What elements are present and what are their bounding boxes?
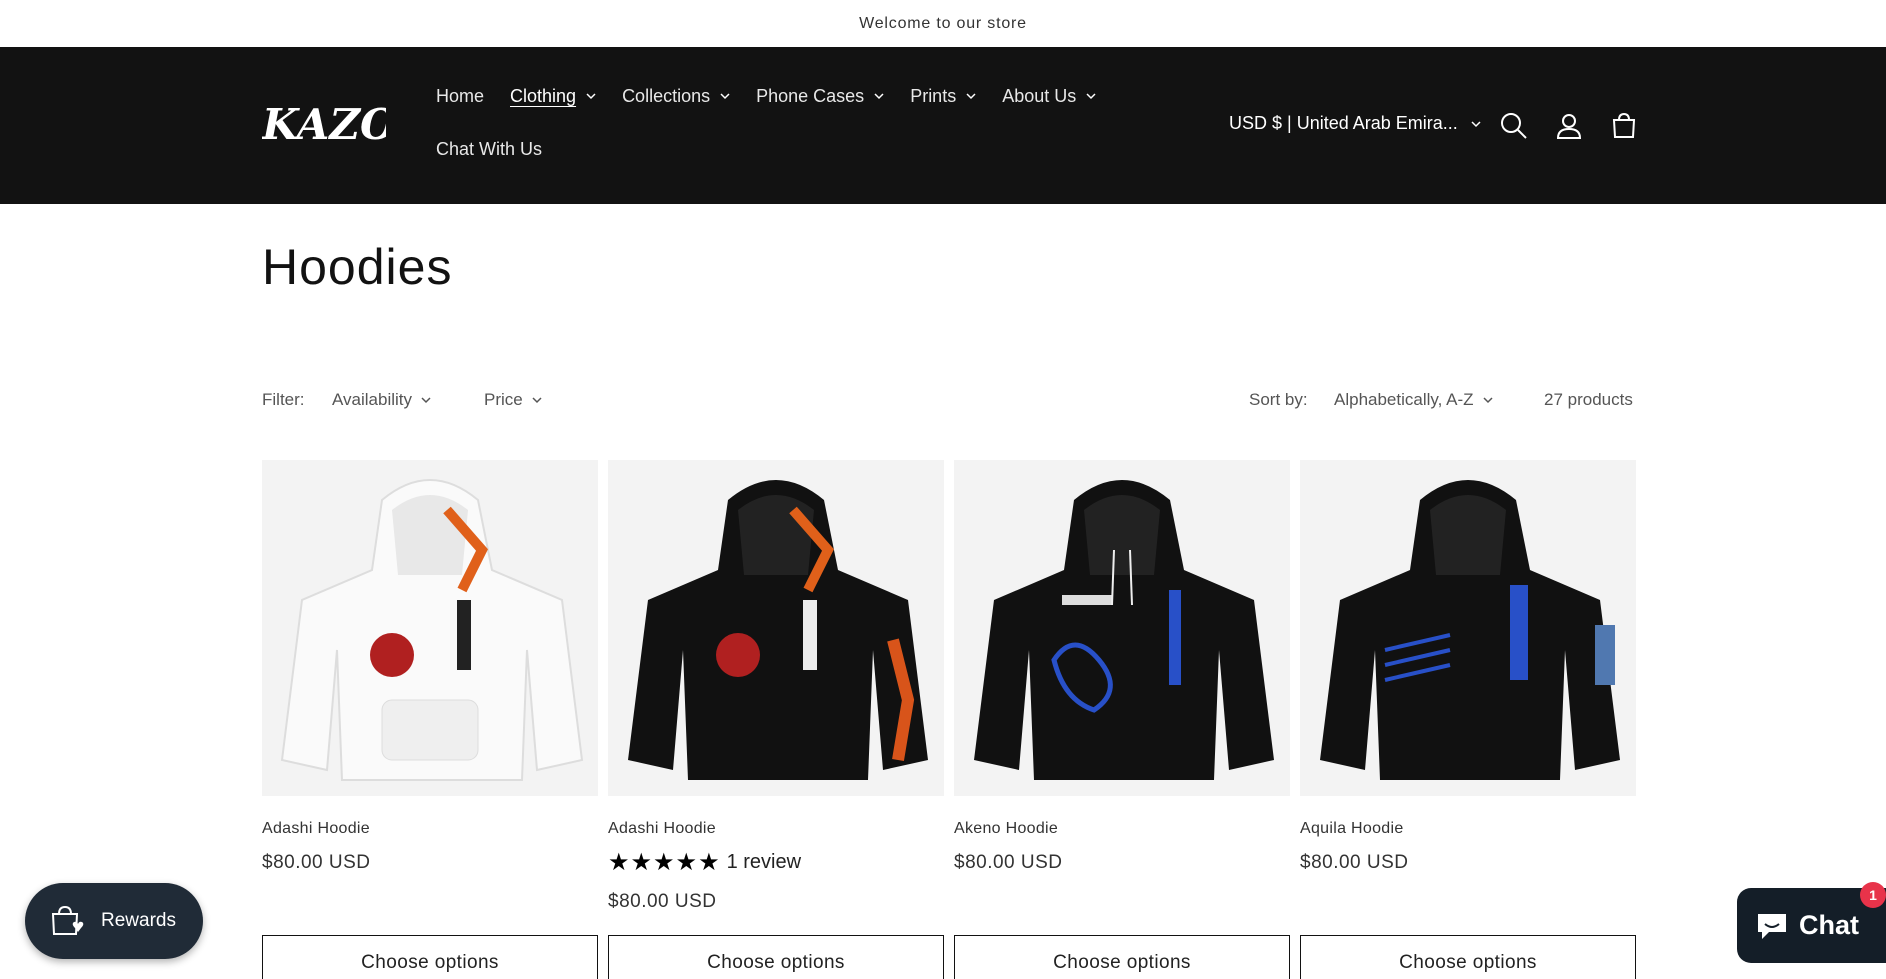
product-price: $80.00 USD: [1300, 852, 1409, 873]
search-icon[interactable]: [1498, 110, 1530, 142]
availability-label: Availability: [332, 390, 413, 409]
nav-label: Home: [436, 85, 485, 106]
chat-label: Chat: [1799, 910, 1859, 940]
product-card[interactable]: Adashi Hoodie $80.00 USD Choose options: [262, 460, 598, 979]
chevron-down-icon: [1471, 120, 1481, 127]
sort-value: Alphabetically, A-Z: [1334, 390, 1474, 409]
nav-item-collections[interactable]: Collections: [622, 86, 730, 107]
filter-label: Filter:: [262, 390, 305, 409]
logo-wordmark-icon: KAZOHA: [261, 100, 469, 149]
chevron-down-icon: [421, 397, 431, 404]
filter-bar: Filter: Availability Price Sort by: Alph…: [262, 390, 1637, 414]
chat-unread-badge: 1: [1860, 882, 1886, 908]
shopping-bag-heart-icon: [51, 905, 84, 935]
product-name[interactable]: Aquila Hoodie: [1300, 820, 1636, 838]
nav-item-clothing[interactable]: Clothing: [510, 86, 596, 107]
sort-label: Sort by:: [1249, 390, 1308, 409]
main-nav: Home Clothing Collections Phone Cases Pr…: [436, 77, 1136, 183]
currency-selector[interactable]: USD $ | United Arab Emira...: [1229, 113, 1482, 134]
hoodie-image-icon: [628, 480, 928, 780]
product-rating[interactable]: ★★★★★ 1 review: [608, 848, 944, 877]
cart-icon[interactable]: [1608, 110, 1640, 142]
product-price: $80.00 USD: [954, 852, 1063, 873]
nav-label: About Us: [1002, 85, 1077, 106]
choose-options-button[interactable]: Choose options: [1300, 935, 1636, 979]
product-image[interactable]: [608, 460, 944, 796]
currency-label: USD $ | United Arab Emira...: [1229, 113, 1458, 133]
price-label: Price: [484, 390, 523, 409]
rewards-label: Rewards: [101, 910, 176, 931]
choose-options-button[interactable]: Choose options: [262, 935, 598, 979]
product-count: 27 products: [1544, 390, 1633, 409]
svg-text:KAZOHA: KAZOHA: [262, 100, 386, 149]
chat-bubble-icon: [1758, 913, 1786, 939]
announcement-bar: Welcome to our store: [0, 0, 1886, 47]
nav-item-prints[interactable]: Prints: [910, 86, 976, 107]
site-header: KAZOHA Home Clothing Collections Phone C…: [0, 47, 1886, 204]
nav-label: Clothing: [510, 85, 577, 106]
nav-label: Collections: [622, 85, 711, 106]
choose-options-button[interactable]: Choose options: [954, 935, 1290, 979]
page-title: Hoodies: [262, 239, 453, 295]
choose-options-button[interactable]: Choose options: [608, 935, 944, 979]
product-card[interactable]: Adashi Hoodie ★★★★★ 1 review $80.00 USD …: [608, 460, 944, 979]
chevron-down-icon: [874, 93, 884, 100]
product-card[interactable]: Akeno Hoodie $80.00 USD Choose options: [954, 460, 1290, 979]
hoodie-image-icon: [280, 479, 584, 781]
nav-item-home[interactable]: Home: [436, 86, 484, 107]
product-image[interactable]: [1300, 460, 1636, 796]
review-count: 1 review: [726, 851, 802, 873]
chevron-down-icon: [720, 93, 730, 100]
availability-filter[interactable]: Availability: [332, 390, 432, 410]
chevron-down-icon: [532, 397, 542, 404]
nav-label: Prints: [910, 85, 957, 106]
chevron-down-icon: [1483, 397, 1493, 404]
product-price: $80.00 USD: [262, 852, 371, 873]
sort-select[interactable]: Alphabetically, A-Z: [1334, 390, 1494, 410]
price-filter[interactable]: Price: [484, 390, 543, 410]
product-name[interactable]: Adashi Hoodie: [262, 820, 598, 838]
chevron-down-icon: [586, 93, 596, 100]
chevron-down-icon: [966, 93, 976, 100]
nav-item-chat-with-us[interactable]: Chat With Us: [436, 139, 542, 160]
product-image[interactable]: [262, 460, 598, 796]
rewards-launcher[interactable]: Rewards: [25, 883, 203, 959]
chevron-down-icon: [1086, 93, 1096, 100]
star-rating-icon: ★★★★★: [608, 849, 721, 876]
nav-label: Phone Cases: [756, 85, 865, 106]
hoodie-image-icon: [1320, 480, 1620, 780]
announcement-text: Welcome to our store: [859, 14, 1027, 32]
nav-item-phone-cases[interactable]: Phone Cases: [756, 86, 884, 107]
nav-label: Chat With Us: [436, 138, 543, 159]
product-card[interactable]: Aquila Hoodie $80.00 USD Choose options: [1300, 460, 1636, 979]
product-name[interactable]: Adashi Hoodie: [608, 820, 944, 838]
hoodie-image-icon: [974, 480, 1274, 780]
store-logo[interactable]: KAZOHA: [261, 97, 469, 153]
product-price: $80.00 USD: [608, 891, 717, 912]
product-name[interactable]: Akeno Hoodie: [954, 820, 1290, 838]
product-image[interactable]: [954, 460, 1290, 796]
nav-item-about-us[interactable]: About Us: [1002, 86, 1096, 107]
account-icon[interactable]: [1553, 110, 1585, 142]
